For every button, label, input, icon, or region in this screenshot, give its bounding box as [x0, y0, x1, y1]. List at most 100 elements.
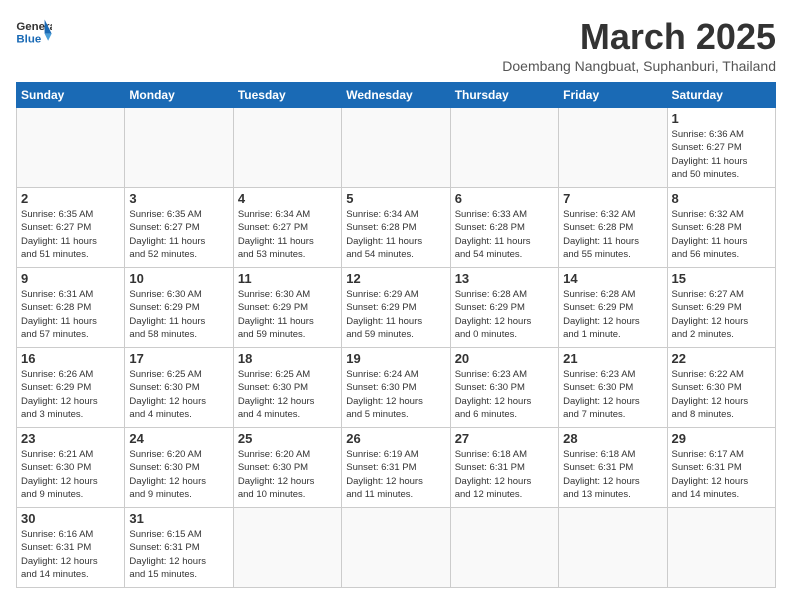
day-number: 24 [129, 431, 228, 446]
day-number: 4 [238, 191, 337, 206]
day-info: Sunrise: 6:17 AM Sunset: 6:31 PM Dayligh… [672, 448, 771, 501]
calendar-cell: 9Sunrise: 6:31 AM Sunset: 6:28 PM Daylig… [17, 268, 125, 348]
day-info: Sunrise: 6:20 AM Sunset: 6:30 PM Dayligh… [129, 448, 228, 501]
weekday-header-tuesday: Tuesday [233, 83, 341, 108]
day-info: Sunrise: 6:28 AM Sunset: 6:29 PM Dayligh… [563, 288, 662, 341]
day-number: 29 [672, 431, 771, 446]
day-info: Sunrise: 6:15 AM Sunset: 6:31 PM Dayligh… [129, 528, 228, 581]
day-number: 14 [563, 271, 662, 286]
day-number: 16 [21, 351, 120, 366]
day-number: 17 [129, 351, 228, 366]
day-info: Sunrise: 6:29 AM Sunset: 6:29 PM Dayligh… [346, 288, 445, 341]
day-info: Sunrise: 6:35 AM Sunset: 6:27 PM Dayligh… [21, 208, 120, 261]
weekday-header-sunday: Sunday [17, 83, 125, 108]
weekday-header-row: SundayMondayTuesdayWednesdayThursdayFrid… [17, 83, 776, 108]
day-number: 25 [238, 431, 337, 446]
day-number: 10 [129, 271, 228, 286]
calendar-cell: 16Sunrise: 6:26 AM Sunset: 6:29 PM Dayli… [17, 348, 125, 428]
day-info: Sunrise: 6:30 AM Sunset: 6:29 PM Dayligh… [129, 288, 228, 341]
calendar-cell [342, 508, 450, 588]
day-number: 7 [563, 191, 662, 206]
weekday-header-wednesday: Wednesday [342, 83, 450, 108]
day-number: 20 [455, 351, 554, 366]
calendar-cell [233, 508, 341, 588]
day-number: 8 [672, 191, 771, 206]
day-info: Sunrise: 6:32 AM Sunset: 6:28 PM Dayligh… [563, 208, 662, 261]
calendar-cell: 2Sunrise: 6:35 AM Sunset: 6:27 PM Daylig… [17, 188, 125, 268]
calendar-cell: 13 Sunrise: 6:28 AM Sunset: 6:29 PM Dayli… [450, 268, 558, 348]
day-info: Sunrise: 6:19 AM Sunset: 6:31 PM Dayligh… [346, 448, 445, 501]
day-number: 15 [672, 271, 771, 286]
weekday-header-friday: Friday [559, 83, 667, 108]
day-number: 5 [346, 191, 445, 206]
calendar-subtitle: Doembang Nangbuat, Suphanburi, Thailand [502, 58, 776, 74]
day-info: Sunrise: 6:31 AM Sunset: 6:28 PM Dayligh… [21, 288, 120, 341]
day-number: 27 [455, 431, 554, 446]
calendar-cell: 1Sunrise: 6:36 AM Sunset: 6:27 PM Daylig… [667, 108, 775, 188]
calendar-cell [125, 108, 233, 188]
calendar-cell: 23Sunrise: 6:21 AM Sunset: 6:30 PM Dayli… [17, 428, 125, 508]
week-row-1: 2Sunrise: 6:35 AM Sunset: 6:27 PM Daylig… [17, 188, 776, 268]
day-number: 21 [563, 351, 662, 366]
day-info: Sunrise: 6:28 AM Sunset: 6:29 PM Dayligh… [455, 288, 554, 341]
week-row-5: 30 Sunrise: 6:16 AM Sunset: 6:31 PM Dayli… [17, 508, 776, 588]
weekday-header-saturday: Saturday [667, 83, 775, 108]
calendar-cell: 30 Sunrise: 6:16 AM Sunset: 6:31 PM Dayli… [17, 508, 125, 588]
logo: General Blue [16, 16, 52, 46]
day-number: 6 [455, 191, 554, 206]
calendar-cell: 5 Sunrise: 6:34 AM Sunset: 6:28 PM Daylig… [342, 188, 450, 268]
day-info: Sunrise: 6:16 AM Sunset: 6:31 PM Dayligh… [21, 528, 120, 581]
day-info: Sunrise: 6:25 AM Sunset: 6:30 PM Dayligh… [129, 368, 228, 421]
calendar-cell: 6 Sunrise: 6:33 AM Sunset: 6:28 PM Daylig… [450, 188, 558, 268]
day-info: Sunrise: 6:23 AM Sunset: 6:30 PM Dayligh… [455, 368, 554, 421]
calendar-cell [559, 508, 667, 588]
day-number: 23 [21, 431, 120, 446]
calendar-cell [559, 108, 667, 188]
day-number: 18 [238, 351, 337, 366]
day-info: Sunrise: 6:20 AM Sunset: 6:30 PM Dayligh… [238, 448, 337, 501]
calendar-cell: 24 Sunrise: 6:20 AM Sunset: 6:30 PM Dayli… [125, 428, 233, 508]
calendar-cell: 17 Sunrise: 6:25 AM Sunset: 6:30 PM Dayli… [125, 348, 233, 428]
calendar-cell [450, 108, 558, 188]
day-info: Sunrise: 6:33 AM Sunset: 6:28 PM Dayligh… [455, 208, 554, 261]
day-number: 28 [563, 431, 662, 446]
calendar-cell [17, 108, 125, 188]
header: General Blue March 2025 Doembang Nangbua… [16, 16, 776, 74]
day-info: Sunrise: 6:22 AM Sunset: 6:30 PM Dayligh… [672, 368, 771, 421]
calendar-cell: 7 Sunrise: 6:32 AM Sunset: 6:28 PM Daylig… [559, 188, 667, 268]
calendar-cell: 12 Sunrise: 6:29 AM Sunset: 6:29 PM Dayli… [342, 268, 450, 348]
day-number: 13 [455, 271, 554, 286]
calendar-cell: 3Sunrise: 6:35 AM Sunset: 6:27 PM Daylig… [125, 188, 233, 268]
calendar-cell: 20 Sunrise: 6:23 AM Sunset: 6:30 PM Dayli… [450, 348, 558, 428]
day-info: Sunrise: 6:18 AM Sunset: 6:31 PM Dayligh… [563, 448, 662, 501]
day-info: Sunrise: 6:30 AM Sunset: 6:29 PM Dayligh… [238, 288, 337, 341]
week-row-4: 23Sunrise: 6:21 AM Sunset: 6:30 PM Dayli… [17, 428, 776, 508]
day-number: 22 [672, 351, 771, 366]
calendar-cell [233, 108, 341, 188]
svg-text:Blue: Blue [16, 33, 41, 45]
calendar-cell: 11Sunrise: 6:30 AM Sunset: 6:29 PM Dayli… [233, 268, 341, 348]
calendar-cell [342, 108, 450, 188]
day-number: 26 [346, 431, 445, 446]
calendar-cell [450, 508, 558, 588]
day-number: 1 [672, 111, 771, 126]
calendar-cell: 10 Sunrise: 6:30 AM Sunset: 6:29 PM Dayli… [125, 268, 233, 348]
week-row-0: 1Sunrise: 6:36 AM Sunset: 6:27 PM Daylig… [17, 108, 776, 188]
weekday-header-thursday: Thursday [450, 83, 558, 108]
calendar-table: SundayMondayTuesdayWednesdayThursdayFrid… [16, 82, 776, 588]
day-info: Sunrise: 6:25 AM Sunset: 6:30 PM Dayligh… [238, 368, 337, 421]
day-number: 31 [129, 511, 228, 526]
calendar-title: March 2025 [502, 16, 776, 58]
day-info: Sunrise: 6:32 AM Sunset: 6:28 PM Dayligh… [672, 208, 771, 261]
day-info: Sunrise: 6:18 AM Sunset: 6:31 PM Dayligh… [455, 448, 554, 501]
day-number: 12 [346, 271, 445, 286]
calendar-cell: 4Sunrise: 6:34 AM Sunset: 6:27 PM Daylig… [233, 188, 341, 268]
day-number: 19 [346, 351, 445, 366]
week-row-3: 16Sunrise: 6:26 AM Sunset: 6:29 PM Dayli… [17, 348, 776, 428]
week-row-2: 9Sunrise: 6:31 AM Sunset: 6:28 PM Daylig… [17, 268, 776, 348]
calendar-cell: 28 Sunrise: 6:18 AM Sunset: 6:31 PM Dayli… [559, 428, 667, 508]
day-number: 3 [129, 191, 228, 206]
day-info: Sunrise: 6:34 AM Sunset: 6:28 PM Dayligh… [346, 208, 445, 261]
day-number: 30 [21, 511, 120, 526]
calendar-cell: 26 Sunrise: 6:19 AM Sunset: 6:31 PM Dayli… [342, 428, 450, 508]
